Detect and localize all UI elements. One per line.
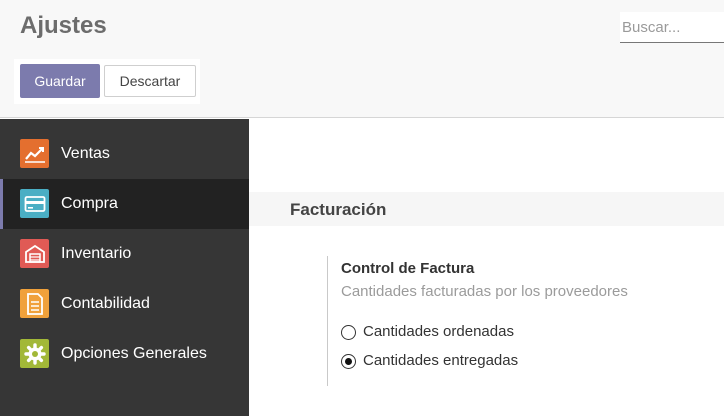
section-title: Facturación: [290, 200, 387, 219]
sidebar-item-label: Inventario: [61, 245, 132, 262]
radio-button-checked[interactable]: [341, 354, 356, 369]
sidebar-item-compra[interactable]: Compra: [0, 179, 249, 229]
button-bar: Guardar Descartar: [14, 59, 200, 104]
save-button[interactable]: Guardar: [20, 64, 100, 98]
radio-label: Cantidades entregadas: [363, 352, 519, 369]
control-panel: Ajustes Guardar Descartar: [0, 0, 724, 118]
sidebar-item-label: Compra: [61, 195, 118, 212]
gear-icon: [20, 339, 49, 368]
setting-description: Cantidades facturadas por los proveedore…: [341, 283, 628, 300]
radio-button[interactable]: [341, 325, 356, 340]
radio-label: Cantidades ordenadas: [363, 323, 514, 340]
section-header: Facturación: [249, 192, 724, 226]
setting-title: Control de Factura: [341, 260, 475, 277]
chart-line-icon: [20, 139, 49, 168]
sidebar-item-contabilidad[interactable]: Contabilidad: [0, 279, 249, 329]
sidebar-item-inventario[interactable]: Inventario: [0, 229, 249, 279]
invoice-icon: [20, 289, 49, 318]
settings-sidebar: Ventas Compra Inventario Contabilidad Op…: [0, 119, 249, 416]
page-title: Ajustes: [20, 12, 107, 39]
warehouse-icon: [20, 239, 49, 268]
sidebar-item-label: Contabilidad: [61, 295, 150, 312]
sidebar-item-ventas[interactable]: Ventas: [0, 129, 249, 179]
sidebar-item-label: Opciones Generales: [61, 345, 207, 362]
sidebar-item-label: Ventas: [61, 145, 110, 162]
search-input[interactable]: [620, 12, 724, 43]
invoice-control-setting: Control de Factura Cantidades facturadas…: [327, 256, 724, 386]
sidebar-item-opciones-generales[interactable]: Opciones Generales: [0, 329, 249, 379]
discard-button[interactable]: Descartar: [104, 65, 196, 97]
credit-card-icon: [20, 189, 49, 218]
